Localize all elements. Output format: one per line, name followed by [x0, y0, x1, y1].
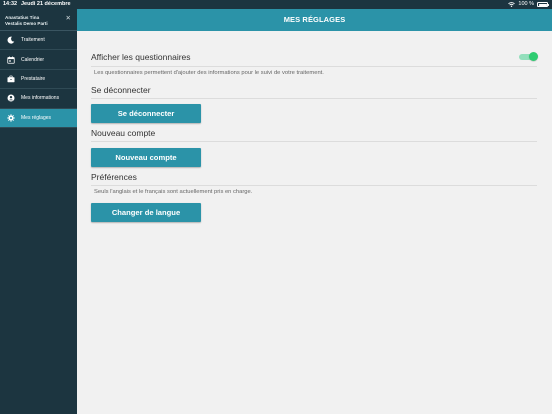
sidebar: Anastatius Tina Vestalis Demo Parti ✕ Tr…	[0, 9, 77, 414]
moon-icon	[7, 36, 15, 44]
divider	[91, 66, 537, 67]
top-header: MES RÉGLAGES	[77, 9, 552, 31]
settings-content: Afficher les questionnaires Les question…	[77, 31, 552, 414]
questionnaires-label: Afficher les questionnaires	[91, 52, 191, 62]
battery-icon	[537, 2, 549, 7]
close-icon[interactable]: ✕	[66, 15, 71, 22]
status-date: Jeudi 21 décembre	[21, 1, 71, 7]
sidebar-item-mes-reglages[interactable]: Mes réglages	[0, 108, 77, 128]
battery-percent: 100 %	[518, 1, 534, 7]
calendar-icon	[7, 56, 15, 64]
status-bar: 14:32 Jeudi 21 décembre 100 %	[0, 0, 552, 9]
user-icon	[7, 94, 15, 102]
divider	[91, 185, 537, 186]
logout-button[interactable]: Se déconnecter	[91, 104, 201, 123]
new-account-button[interactable]: Nouveau compte	[91, 148, 201, 167]
toggle-knob	[529, 52, 538, 61]
wifi-icon	[508, 2, 516, 7]
sidebar-nav: Traitement Calendrier Prestataire Mes in…	[0, 31, 77, 128]
sidebar-item-label: Mes réglages	[21, 114, 52, 121]
briefcase-icon	[7, 75, 15, 83]
change-language-button[interactable]: Changer de langue	[91, 203, 201, 222]
logout-heading: Se déconnecter	[91, 85, 151, 95]
new-account-heading: Nouveau compte	[91, 128, 156, 138]
sidebar-item-label: Prestataire	[21, 75, 46, 82]
sidebar-item-traitement[interactable]: Traitement	[0, 31, 77, 51]
page-title: MES RÉGLAGES	[283, 15, 346, 24]
sidebar-item-prestataire[interactable]: Prestataire	[0, 70, 77, 90]
preferences-heading: Préférences	[91, 172, 137, 182]
user-name-block: Anastatius Tina Vestalis Demo Parti	[5, 15, 48, 26]
sidebar-item-label: Calendrier	[21, 56, 45, 63]
questionnaires-note: Les questionnaires permettent d'ajouter …	[94, 70, 324, 76]
status-time: 14:32	[3, 1, 18, 7]
sidebar-item-calendrier[interactable]: Calendrier	[0, 50, 77, 70]
divider	[91, 141, 537, 142]
sidebar-item-label: Mes informations	[21, 95, 60, 102]
sidebar-item-label: Traitement	[21, 37, 45, 44]
questionnaires-toggle[interactable]	[519, 52, 538, 61]
preferences-note: Seuls l'anglais et le français sont actu…	[94, 189, 253, 195]
divider	[91, 98, 537, 99]
gear-icon	[7, 114, 15, 122]
user-name-line2: Vestalis Demo Parti	[5, 20, 48, 26]
status-indicators: 100 %	[508, 0, 549, 9]
sidebar-item-mes-informations[interactable]: Mes informations	[0, 89, 77, 109]
